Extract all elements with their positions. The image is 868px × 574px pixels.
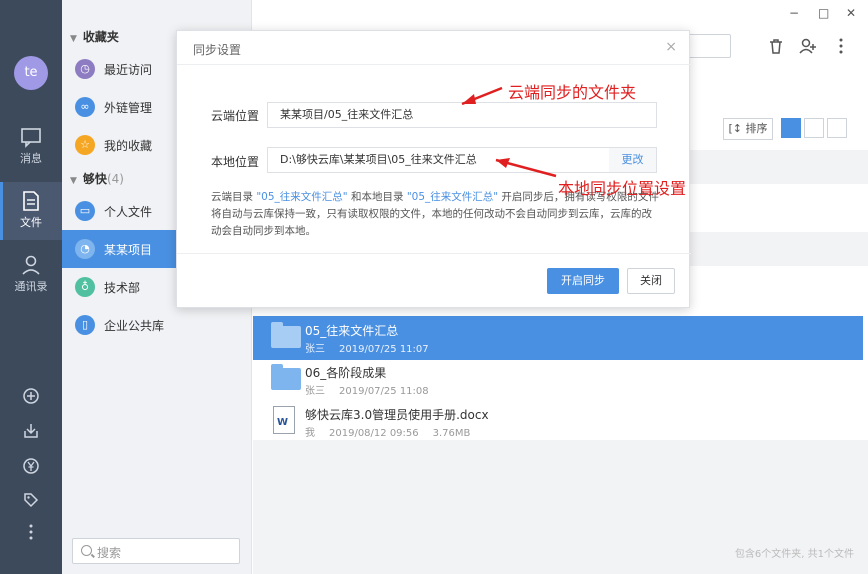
chevron-down-icon: ▼ — [70, 34, 77, 44]
file-size: 3.76MB — [432, 428, 471, 439]
search-input[interactable]: 搜索 — [72, 538, 240, 564]
download-icon[interactable] — [21, 421, 41, 441]
file-name: 够快云库3.0管理员使用手册.docx — [305, 408, 489, 422]
star-icon: ☆ — [75, 135, 95, 155]
file-meta: 张三 2019/07/25 11:08 — [305, 382, 443, 397]
message-icon — [21, 128, 41, 148]
sort-label: 排序 — [745, 122, 768, 135]
search-icon — [81, 545, 92, 556]
library-count: (4) — [106, 172, 124, 186]
change-location-button[interactable]: 更改 — [609, 147, 657, 173]
local-location-label: 本地位置 — [211, 155, 260, 169]
list-view-button[interactable] — [781, 118, 801, 138]
sidebar-item-label: 某某项目 — [104, 243, 153, 257]
yen-icon[interactable] — [21, 456, 41, 476]
dialog-title: 同步设置 — [193, 43, 242, 57]
rail-label-files: 文件 — [20, 216, 42, 229]
desc-text: 和本地目录 — [347, 191, 407, 203]
sidebar-item-label: 最近访问 — [104, 63, 153, 77]
dialog-header: 同步设置 × — [177, 31, 691, 65]
file-owner: 我 — [305, 428, 315, 439]
link-icon: ∞ — [75, 97, 95, 117]
close-icon[interactable]: × — [665, 39, 677, 55]
close-dialog-button[interactable]: 关闭 — [627, 268, 675, 294]
more-vertical-icon[interactable] — [831, 36, 851, 56]
cloud-annotation: 云端同步的文件夹 — [508, 83, 637, 102]
file-date: 2019/07/25 11:07 — [339, 344, 429, 355]
avatar[interactable]: te — [14, 56, 48, 90]
file-owner: 张三 — [305, 344, 325, 355]
search-placeholder: 搜索 — [97, 546, 122, 560]
folder-icon — [271, 364, 301, 390]
docx-badge: W — [277, 417, 289, 428]
file-icon — [23, 191, 39, 211]
nav-rail: te 消息 文件 通讯录 — [0, 0, 62, 574]
rail-item-messages[interactable]: 消息 — [0, 118, 62, 176]
rail-item-contacts[interactable]: 通讯录 — [0, 246, 62, 304]
trash-icon[interactable] — [766, 36, 786, 56]
favorites-title: 收藏夹 — [82, 30, 119, 44]
list-item[interactable]: W 够快云库3.0管理员使用手册.docx 我 2019/08/12 09:56 3… — [253, 400, 863, 444]
sort-icon: [↕ — [728, 122, 746, 135]
local-annotation: 本地同步位置设置 — [558, 179, 687, 198]
sidebar-item-label: 我的收藏 — [104, 139, 153, 153]
library-title: 够快 — [82, 172, 107, 186]
docx-icon: W — [273, 406, 295, 434]
add-icon[interactable] — [21, 386, 41, 406]
rail-label-contacts: 通讯录 — [14, 280, 48, 293]
cloud-location-label: 云端位置 — [211, 109, 260, 123]
list-item[interactable]: 05_往来文件汇总 张三 2019/07/25 11:07 — [253, 316, 863, 360]
library-group[interactable]: ▼ 够快(4) — [70, 170, 124, 187]
file-meta: 张三 2019/07/25 11:07 — [305, 340, 443, 355]
close-window-button[interactable]: ✕ — [846, 6, 856, 20]
project-icon: ◔ — [75, 239, 95, 259]
cloud-location-field: 某某项目/05_往来文件汇总 — [267, 102, 657, 128]
file-date: 2019/08/12 09:56 — [329, 428, 419, 439]
team-icon: ♁ — [75, 277, 95, 297]
footer-stat: 包含6个文件夹, 共1个文件 — [734, 549, 854, 560]
file-name: 06_各阶段成果 — [305, 366, 387, 380]
local-location-field[interactable]: D:\够快云库\某某项目\05_往来文件汇总 — [267, 147, 611, 173]
recent-icon: ◷ — [75, 59, 95, 79]
personal-icon: ▭ — [75, 201, 95, 221]
dialog-footer-divider — [177, 253, 691, 254]
maximize-button[interactable]: □ — [818, 6, 829, 20]
favorites-group[interactable]: ▼ 收藏夹 — [70, 28, 119, 45]
file-owner: 张三 — [305, 386, 325, 397]
file-meta: 我 2019/08/12 09:56 3.76MB — [305, 424, 484, 439]
list-item[interactable]: 06_各阶段成果 张三 2019/07/25 11:08 — [253, 358, 863, 402]
contacts-icon — [22, 255, 40, 275]
rail-label-messages: 消息 — [20, 152, 42, 165]
desc-highlight: "05_往来文件汇总" — [256, 191, 348, 203]
sync-settings-dialog: 同步设置 × 云端位置 某某项目/05_往来文件汇总 本地位置 D:\够快云库\… — [176, 30, 691, 308]
tag-icon[interactable] — [21, 490, 41, 510]
minimize-button[interactable]: − — [789, 6, 799, 20]
file-date: 2019/07/25 11:08 — [339, 386, 429, 397]
sidebar-item-label: 技术部 — [104, 281, 141, 295]
desc-highlight: "05_往来文件汇总" — [406, 191, 499, 203]
chevron-down-icon: ▼ — [70, 176, 77, 186]
add-user-icon[interactable] — [798, 36, 818, 56]
sidebar-item-enterprise[interactable]: ▯ 企业公共库 — [62, 306, 252, 344]
sidebar-item-label: 企业公共库 — [104, 319, 165, 333]
folder-icon — [271, 322, 301, 348]
sort-button[interactable]: [↕ 排序 — [723, 118, 773, 140]
sidebar-item-label: 外链管理 — [104, 101, 153, 115]
enterprise-icon: ▯ — [75, 315, 95, 335]
file-name: 05_往来文件汇总 — [305, 324, 399, 338]
grid-view-button[interactable] — [827, 118, 847, 138]
sidebar-item-label: 个人文件 — [104, 205, 153, 219]
desc-text: 云端目录 — [211, 191, 257, 203]
detail-view-button[interactable] — [804, 118, 824, 138]
more-vertical-icon[interactable] — [21, 522, 41, 542]
rail-item-files[interactable]: 文件 — [0, 182, 62, 240]
start-sync-button[interactable]: 开启同步 — [547, 268, 619, 294]
